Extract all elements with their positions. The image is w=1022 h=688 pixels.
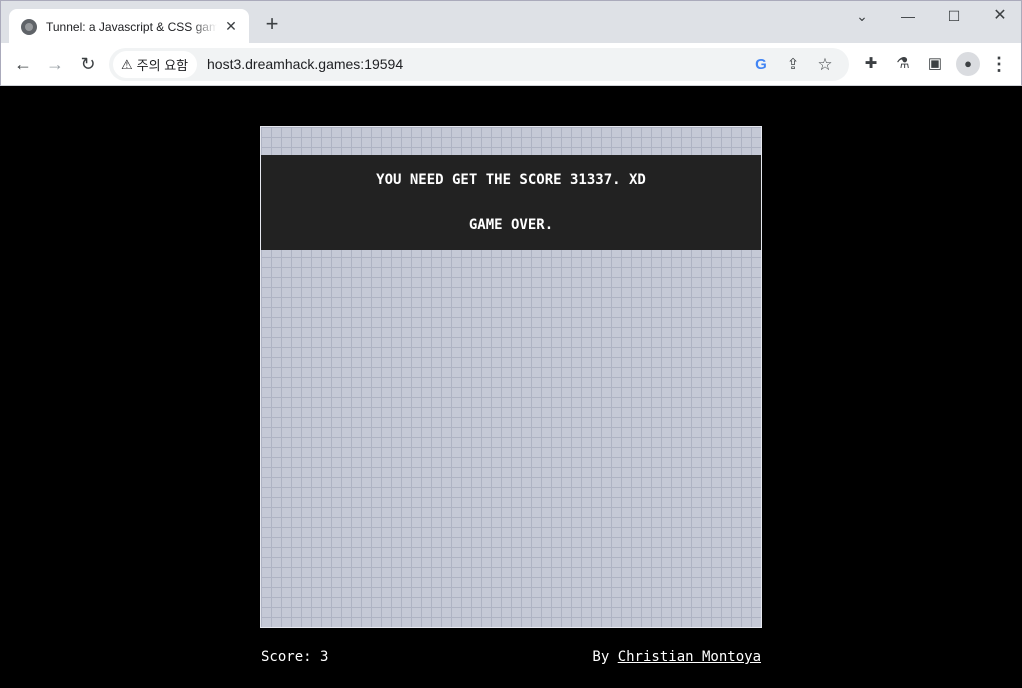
maximize-icon[interactable]: ☐ [931, 5, 977, 27]
chevron-down-icon[interactable]: ⌄ [839, 5, 885, 27]
author-credit: By Christian Montoya [592, 649, 761, 665]
game-over-banner: YOU NEED GET THE SCORE 31337. XD GAME OV… [261, 155, 761, 250]
side-panel-icon[interactable]: ▣ [925, 54, 945, 74]
browser-toolbar: ← → ↻ ⚠ 주의 요함 host3.dreamhack.games:1959… [0, 43, 1022, 86]
globe-icon [21, 18, 37, 35]
star-icon[interactable]: ☆ [815, 55, 835, 75]
share-icon[interactable]: ⇪ [783, 55, 803, 75]
tab-close-icon[interactable]: ✕ [223, 18, 239, 35]
score-display: Score: 3 [261, 649, 329, 665]
kebab-menu-icon[interactable]: ⋮ [989, 54, 1009, 74]
warning-icon: ⚠ [121, 56, 133, 72]
tab-title: Tunnel: a Javascript & CSS game [46, 19, 217, 34]
puzzle-icon[interactable]: ✚ [861, 54, 881, 74]
flask-icon[interactable]: ⚗ [893, 54, 913, 74]
new-tab-button[interactable]: + [261, 13, 283, 35]
address-bar[interactable]: ⚠ 주의 요함 host3.dreamhack.games:19594 G ⇪ … [109, 48, 849, 81]
game-board[interactable]: YOU NEED GET THE SCORE 31337. XD GAME OV… [260, 126, 762, 628]
author-prefix: By [592, 649, 618, 665]
url-text[interactable]: host3.dreamhack.games:19594 [207, 56, 403, 72]
back-arrow-icon[interactable]: ← [11, 52, 35, 76]
profile-avatar-icon[interactable]: ● [956, 52, 980, 76]
minimize-icon[interactable]: — [885, 5, 931, 27]
security-chip[interactable]: ⚠ 주의 요함 [113, 51, 198, 78]
security-chip-label: 주의 요함 [136, 58, 189, 73]
score-requirement-message: YOU NEED GET THE SCORE 31337. XD [376, 172, 646, 188]
tab-strip: Tunnel: a Javascript & CSS game ✕ + ⌄ — … [0, 0, 1022, 44]
game-over-message: GAME OVER. [468, 217, 554, 233]
reload-icon[interactable]: ↻ [76, 52, 100, 76]
browser-tab[interactable]: Tunnel: a Javascript & CSS game ✕ [9, 9, 249, 44]
window-close-icon[interactable]: ✕ [977, 5, 1022, 27]
google-icon[interactable]: G [751, 55, 771, 75]
author-link[interactable]: Christian Montoya [618, 649, 761, 665]
forward-arrow-icon[interactable]: → [43, 52, 67, 76]
page-viewport: YOU NEED GET THE SCORE 31337. XD GAME OV… [0, 86, 1022, 688]
